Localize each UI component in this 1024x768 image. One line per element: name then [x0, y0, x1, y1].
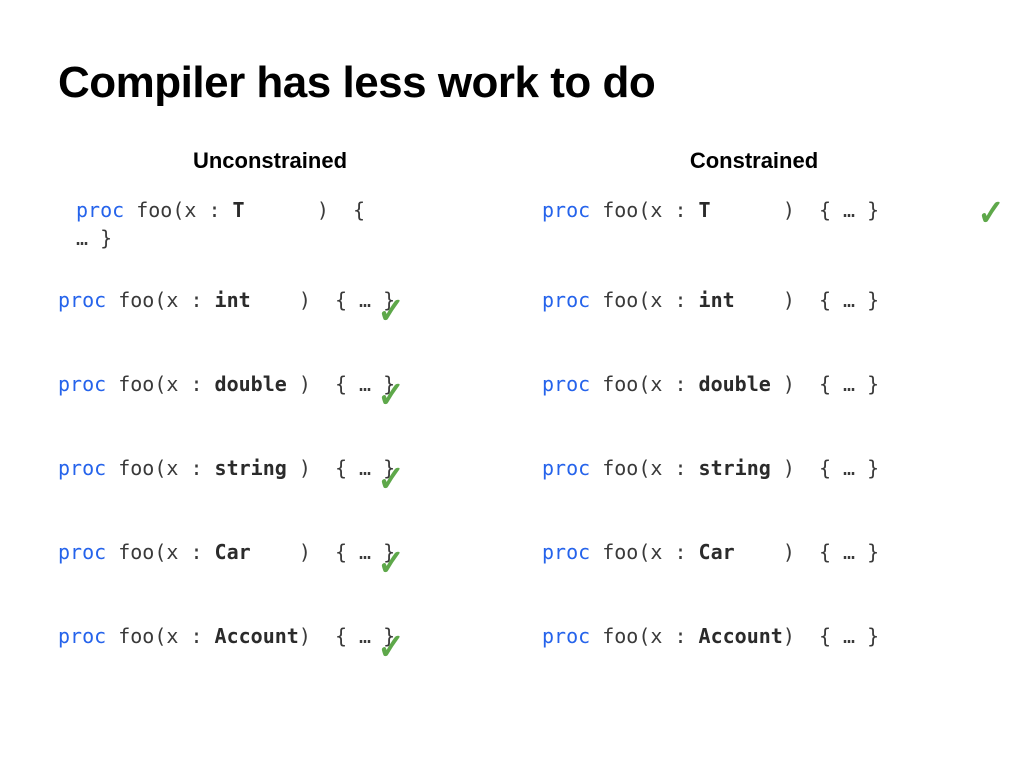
code-snippet: proc foo(x : Car ) { … } — [58, 538, 395, 566]
type-name: double — [699, 372, 771, 396]
code-snippet: proc foo(x : string ) { … } — [542, 454, 879, 482]
keyword: proc — [58, 372, 106, 396]
keyword: proc — [542, 540, 590, 564]
keyword: proc — [58, 624, 106, 648]
keyword: proc — [58, 540, 106, 564]
code-snippet: proc foo(x : T ) { … } — [542, 196, 879, 224]
keyword: proc — [542, 288, 590, 312]
type-name: T — [233, 198, 245, 222]
code-snippet: proc foo(x : int ) { … } — [542, 286, 879, 314]
code-snippet: proc foo(x : Account) { … } — [542, 622, 879, 650]
keyword: proc — [58, 456, 106, 480]
keyword: proc — [542, 624, 590, 648]
check-icon: ✓ — [378, 374, 405, 416]
code-row: proc foo(x : T ) { … }✓ — [542, 196, 966, 286]
code-list-constrained: proc foo(x : T ) { … }✓proc foo(x : int … — [542, 196, 966, 706]
code-snippet: proc foo(x : Car ) { … } — [542, 538, 879, 566]
column-header-unconstrained: Unconstrained — [58, 148, 482, 174]
type-name: string — [215, 456, 287, 480]
code-row: proc foo(x : string ) { … }✓ — [58, 454, 482, 538]
slide: Compiler has less work to do Unconstrain… — [0, 0, 1024, 768]
type-name: Account — [215, 624, 299, 648]
code-row: proc foo(x : double ) { … } — [542, 370, 966, 454]
code-row: proc foo(x : T ) { … } — [58, 196, 482, 286]
keyword: proc — [58, 288, 106, 312]
check-icon: ✓ — [378, 626, 405, 668]
type-name: string — [699, 456, 771, 480]
keyword: proc — [76, 198, 124, 222]
type-name: Car — [215, 540, 251, 564]
keyword: proc — [542, 456, 590, 480]
code-snippet: proc foo(x : T ) { … } — [58, 196, 368, 252]
type-name: int — [699, 288, 735, 312]
type-name: int — [215, 288, 251, 312]
code-row: proc foo(x : Account) { … }✓ — [58, 622, 482, 706]
keyword: proc — [542, 198, 590, 222]
type-name: Car — [699, 540, 735, 564]
code-snippet: proc foo(x : double ) { … } — [58, 370, 395, 398]
check-icon: ✓ — [378, 290, 405, 332]
code-row: proc foo(x : int ) { … } — [542, 286, 966, 370]
keyword: proc — [542, 372, 590, 396]
columns: Unconstrained proc foo(x : T ) { … }proc… — [58, 148, 966, 706]
page-title: Compiler has less work to do — [58, 58, 966, 108]
code-list-unconstrained: proc foo(x : T ) { … } proc foo(x : int )… — [58, 196, 482, 706]
code-row: proc foo(x : Account) { … } — [542, 622, 966, 706]
code-row: proc foo(x : Car ) { … } — [542, 538, 966, 622]
code-snippet: proc foo(x : string ) { … } — [58, 454, 395, 482]
check-icon: ✓ — [378, 458, 405, 500]
check-icon: ✓ — [977, 192, 1004, 234]
column-unconstrained: Unconstrained proc foo(x : T ) { … }proc… — [58, 148, 482, 706]
code-row: proc foo(x : string ) { … } — [542, 454, 966, 538]
column-header-constrained: Constrained — [542, 148, 966, 174]
code-snippet: proc foo(x : double ) { … } — [542, 370, 879, 398]
code-snippet: proc foo(x : int ) { … } — [58, 286, 395, 314]
column-constrained: Constrained proc foo(x : T ) { … }✓proc … — [542, 148, 966, 706]
code-row: proc foo(x : Car ) { … }✓ — [58, 538, 482, 622]
code-row: proc foo(x : double ) { … }✓ — [58, 370, 482, 454]
type-name: T — [699, 198, 711, 222]
type-name: double — [215, 372, 287, 396]
code-snippet: proc foo(x : Account) { … } — [58, 622, 395, 650]
check-icon: ✓ — [378, 542, 405, 584]
type-name: Account — [699, 624, 783, 648]
code-row: proc foo(x : int ) { … }✓ — [58, 286, 482, 370]
